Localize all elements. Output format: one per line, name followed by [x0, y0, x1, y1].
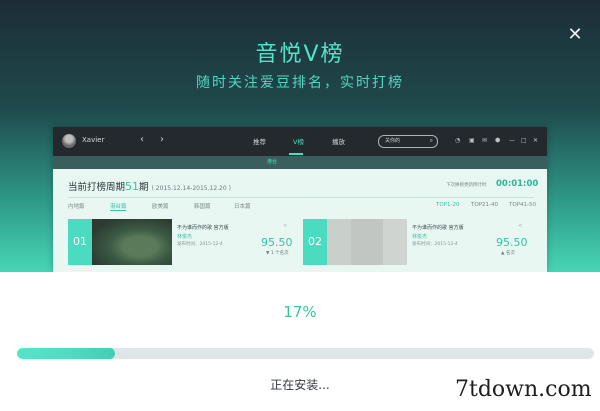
- album-cover: [92, 219, 172, 265]
- range-top1-20: TOP1-20: [436, 202, 460, 208]
- app-subnav: [53, 156, 547, 169]
- app-close-icon: ✕: [533, 137, 539, 144]
- rank-number: 02: [303, 219, 327, 265]
- artist-name: 林俊杰: [412, 234, 428, 240]
- period-label: 当前打榜周期: [68, 182, 126, 193]
- clock-icon: ◔: [455, 137, 461, 144]
- nav-vchart: V榜: [293, 138, 304, 146]
- app-preview: Xavier ‹ › 推荐 V榜 播放 关你的 ⌕ ◔ ▣ ✉ ⬢ — □ ✕ …: [53, 127, 547, 272]
- period-heading: 当前打榜周期51期 ( 2015.12.14-2015.12.20 ): [68, 179, 231, 193]
- region-korea: 韩国篇: [194, 204, 211, 210]
- score: 95.50: [261, 236, 293, 249]
- release-date: 发布时间：2015-12-4: [412, 242, 458, 247]
- search-placeholder: 关你的: [385, 138, 401, 144]
- search-icon: ⌕: [429, 137, 433, 144]
- minimize-icon: —: [509, 137, 515, 144]
- release-date: 发布时间：2015-12-4: [177, 242, 223, 247]
- app-top-bar: Xavier ‹ › 推荐 V榜 播放 关你的 ⌕ ◔ ▣ ✉ ⬢ — □ ✕: [53, 127, 547, 156]
- period-dates: ( 2015.12.14-2015.12.20 ): [151, 185, 231, 192]
- chart-card: 02 不为谁而作的歌 官方版 林俊杰 发布时间：2015-12-4 95.50 …: [303, 219, 537, 265]
- avatar: [62, 134, 76, 148]
- shirt-icon: ▣: [469, 137, 475, 144]
- region-western: 欧美篇: [152, 204, 169, 210]
- album-cover: [327, 219, 407, 265]
- song-title: 不为谁而作的歌 官方版: [177, 225, 229, 231]
- period-unit: 期: [139, 182, 149, 193]
- region-mainland: 内地篇: [68, 204, 85, 210]
- nav-recommend: 推荐: [253, 138, 266, 146]
- range-top41-50: TOP41-50: [509, 202, 536, 208]
- trend: ▲ 名次: [501, 251, 515, 256]
- nav-play: 播放: [332, 138, 345, 146]
- app-search-box: 关你的 ⌕: [378, 135, 438, 148]
- region-japan: 日本篇: [234, 204, 251, 210]
- share-icon: <: [283, 223, 288, 229]
- back-arrow-icon: ‹: [140, 134, 144, 145]
- mail-icon: ✉: [482, 137, 488, 144]
- countdown-timer: 00:01:00: [496, 179, 539, 189]
- range-top21-40: TOP21-40: [471, 202, 498, 208]
- rank-number: 01: [68, 219, 92, 265]
- region-active-underline: [110, 210, 126, 211]
- trend: ▼ 1 个名次: [266, 251, 289, 256]
- period-number: 51: [125, 180, 140, 193]
- promo-banner: ✕ 音悦V榜 随时关注爱豆排名，实时打榜 Xavier ‹ › 推荐 V榜 播放…: [0, 0, 600, 272]
- nav-active-underline: [289, 153, 303, 155]
- chart-card: 01 不为谁而作的歌 官方版 林俊杰 发布时间：2015-12-4 95.50 …: [68, 219, 302, 265]
- region-hktw: 港台篇: [110, 204, 127, 210]
- progress-bar-fill: [17, 348, 116, 359]
- progress-percent: 17%: [283, 303, 317, 321]
- username: Xavier: [82, 136, 105, 144]
- installer-subtitle: 随时关注爱豆排名，实时打榜: [196, 75, 404, 91]
- installer-title: 音悦V榜: [255, 42, 345, 67]
- artist-name: 林俊杰: [177, 234, 193, 240]
- song-title: 不为谁而作的歌 官方版: [412, 225, 464, 231]
- shield-icon: ⬢: [495, 137, 501, 144]
- share-icon: <: [518, 223, 523, 229]
- countdown-hint: 下次换榜更新倒计时: [446, 183, 487, 188]
- subnav-tab: 港台: [267, 159, 278, 165]
- divider: [68, 197, 534, 198]
- maximize-icon: □: [521, 137, 527, 144]
- watermark: 7tdown.com: [455, 377, 592, 402]
- score: 95.50: [496, 236, 528, 249]
- forward-arrow-icon: ›: [160, 134, 164, 145]
- progress-bar: [17, 348, 594, 359]
